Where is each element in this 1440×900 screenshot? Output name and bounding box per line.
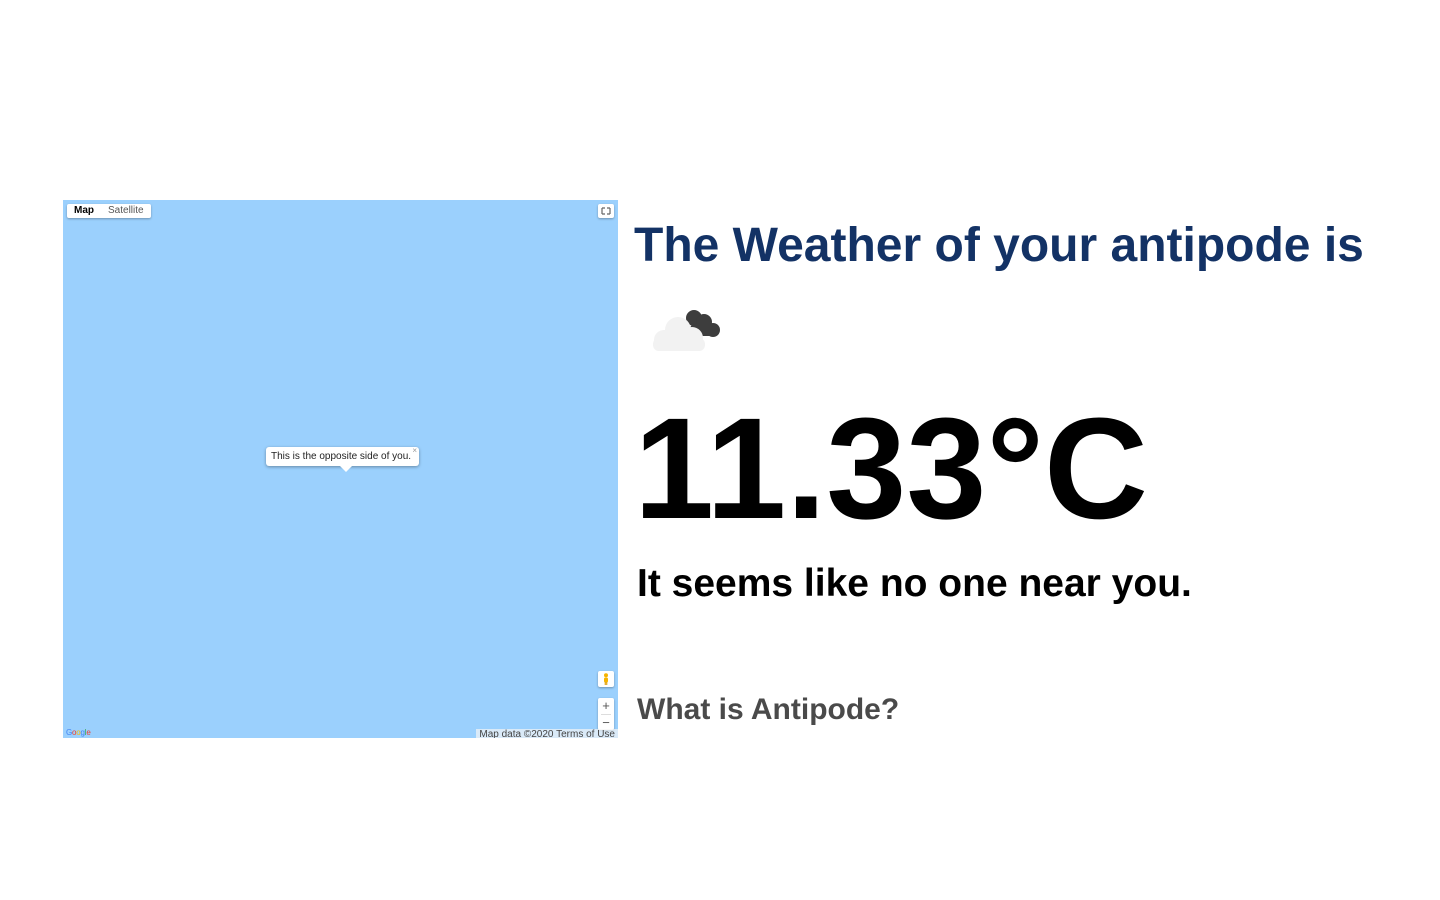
map-type-map-button[interactable]: Map	[67, 204, 101, 218]
street-view-button[interactable]	[598, 671, 614, 687]
weather-heading: The Weather of your antipode is	[634, 219, 1364, 272]
zoom-control: + −	[598, 698, 614, 730]
info-window-text: This is the opposite side of you.	[271, 451, 412, 462]
pegman-icon	[604, 673, 608, 685]
antipode-map[interactable]: Map Satellite This is the opposite side …	[63, 200, 618, 738]
google-logo-letter: e	[86, 728, 91, 737]
partly-cloudy-icon	[648, 300, 728, 356]
map-attribution: Map data ©2020 Terms of Use	[476, 729, 618, 738]
temperature-value: 11.33°C	[634, 388, 1148, 549]
fullscreen-button[interactable]	[598, 204, 614, 218]
map-info-window: This is the opposite side of you. ×	[266, 446, 420, 472]
map-type-satellite-button[interactable]: Satellite	[101, 204, 151, 218]
terms-of-use-link[interactable]: Terms of Use	[556, 729, 615, 738]
map-type-control: Map Satellite	[67, 204, 151, 218]
what-is-antipode-link[interactable]: What is Antipode?	[637, 693, 899, 727]
map-data-credit: Map data ©2020	[479, 729, 554, 738]
fullscreen-icon	[601, 207, 611, 215]
zoom-in-button[interactable]: +	[598, 698, 614, 714]
nearby-message: It seems like no one near you.	[637, 562, 1192, 605]
info-window-close-icon[interactable]: ×	[412, 446, 417, 455]
google-logo: Google	[66, 728, 91, 737]
